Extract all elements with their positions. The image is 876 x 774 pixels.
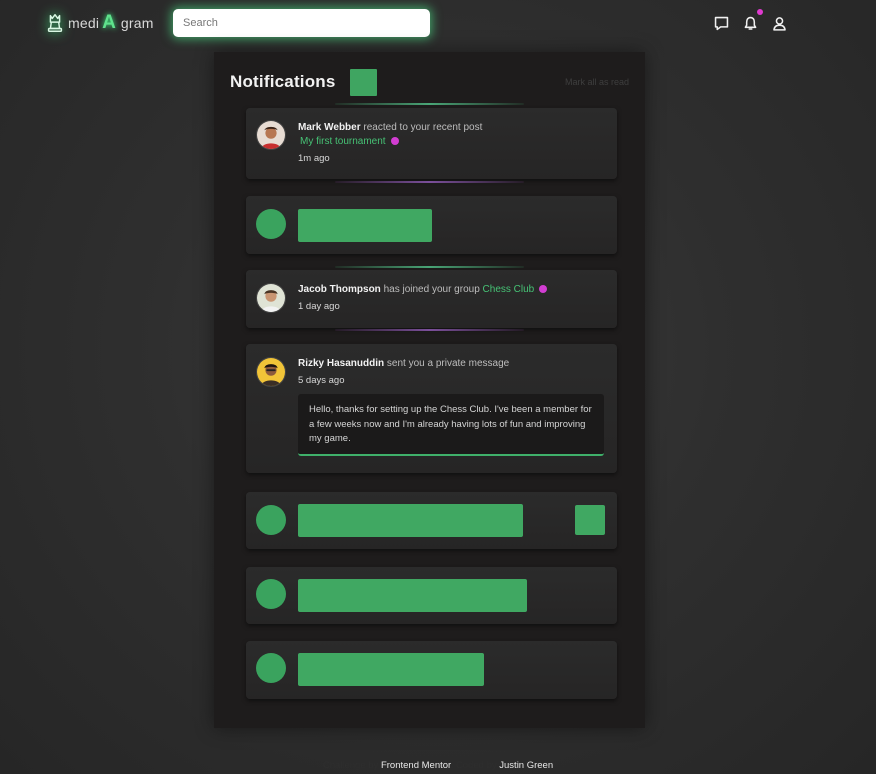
- notification-text: Mark Webber reacted to your recent post: [298, 121, 482, 135]
- notification-target-link[interactable]: Chess Club: [483, 284, 535, 295]
- logo-text-left: medi: [68, 15, 100, 31]
- notification-skeleton: [246, 196, 617, 254]
- notification-dot: [757, 9, 763, 15]
- notification-target-link[interactable]: My first tournament: [300, 136, 386, 147]
- separator: [335, 103, 524, 105]
- avatar: [256, 120, 286, 150]
- notifications-panel: Notifications Mark all as read Mark Webb…: [214, 52, 645, 728]
- challenge-prefix: Challenge by: [322, 760, 379, 771]
- private-message[interactable]: Hello, thanks for setting up the Chess C…: [298, 394, 604, 456]
- header-actions: [713, 9, 788, 32]
- notification-time: 1m ago: [298, 153, 330, 164]
- notification-text: Rizky Hasanuddin sent you a private mess…: [298, 357, 509, 371]
- notification-item[interactable]: Mark Webber reacted to your recent post …: [246, 108, 617, 179]
- unread-dot: [390, 137, 399, 146]
- app-logo[interactable]: medi A gram: [44, 11, 154, 35]
- search-input[interactable]: [173, 9, 430, 37]
- notification-item[interactable]: Jacob Thompson has joined your group Che…: [246, 270, 617, 328]
- notification-user[interactable]: Rizky Hasanuddin: [298, 358, 384, 369]
- notification-time: 1 day ago: [298, 301, 340, 312]
- separator: [335, 181, 524, 183]
- chess-piece-icon: [47, 14, 63, 32]
- skeleton-avatar: [256, 579, 286, 609]
- author-link[interactable]: Justin Green: [499, 760, 553, 771]
- avatar: [256, 357, 286, 387]
- page-title: Notifications: [230, 72, 336, 91]
- notification-item[interactable]: Rizky Hasanuddin sent you a private mess…: [246, 344, 617, 473]
- skeleton-avatar: [256, 653, 286, 683]
- unread-count-badge: [349, 68, 377, 96]
- skeleton-bar: [298, 209, 432, 242]
- notification-skeleton: [246, 492, 617, 549]
- user-icon[interactable]: [771, 15, 788, 32]
- skeleton-thumbnail: [575, 505, 605, 535]
- logo-letter: A: [102, 12, 116, 33]
- coded-prefix: . Coded by: [450, 760, 497, 771]
- attribution-footer: Challenge by Frontend Mentor. Coded by J…: [0, 760, 876, 771]
- notification-time: 5 days ago: [298, 375, 345, 386]
- skeleton-bar: [298, 504, 523, 537]
- bell-icon[interactable]: [742, 9, 763, 32]
- notification-user[interactable]: Mark Webber: [298, 122, 361, 133]
- separator: [335, 266, 524, 268]
- notification-skeleton: [246, 567, 617, 624]
- unread-dot: [539, 285, 548, 294]
- skeleton-avatar: [256, 505, 286, 535]
- frontend-mentor-link[interactable]: Frontend Mentor: [381, 760, 451, 771]
- notification-skeleton: [246, 641, 617, 699]
- notification-action: reacted to your recent post: [363, 122, 483, 133]
- mark-all-read-button[interactable]: Mark all as read: [565, 77, 629, 87]
- avatar: [256, 283, 286, 313]
- skeleton-bar: [298, 653, 484, 686]
- notification-text: Jacob Thompson has joined your group Che…: [298, 283, 548, 297]
- separator: [335, 329, 524, 331]
- notification-user[interactable]: Jacob Thompson: [298, 284, 381, 295]
- notification-target-row: My first tournament: [300, 135, 399, 149]
- logo-text-right: gram: [120, 15, 154, 31]
- skeleton-avatar: [256, 209, 286, 239]
- notification-action: sent you a private message: [386, 358, 510, 369]
- panel-header: Notifications Mark all as read: [230, 68, 629, 96]
- skeleton-bar: [298, 579, 527, 612]
- chat-icon[interactable]: [713, 15, 730, 32]
- notification-action: has joined your group: [383, 284, 480, 295]
